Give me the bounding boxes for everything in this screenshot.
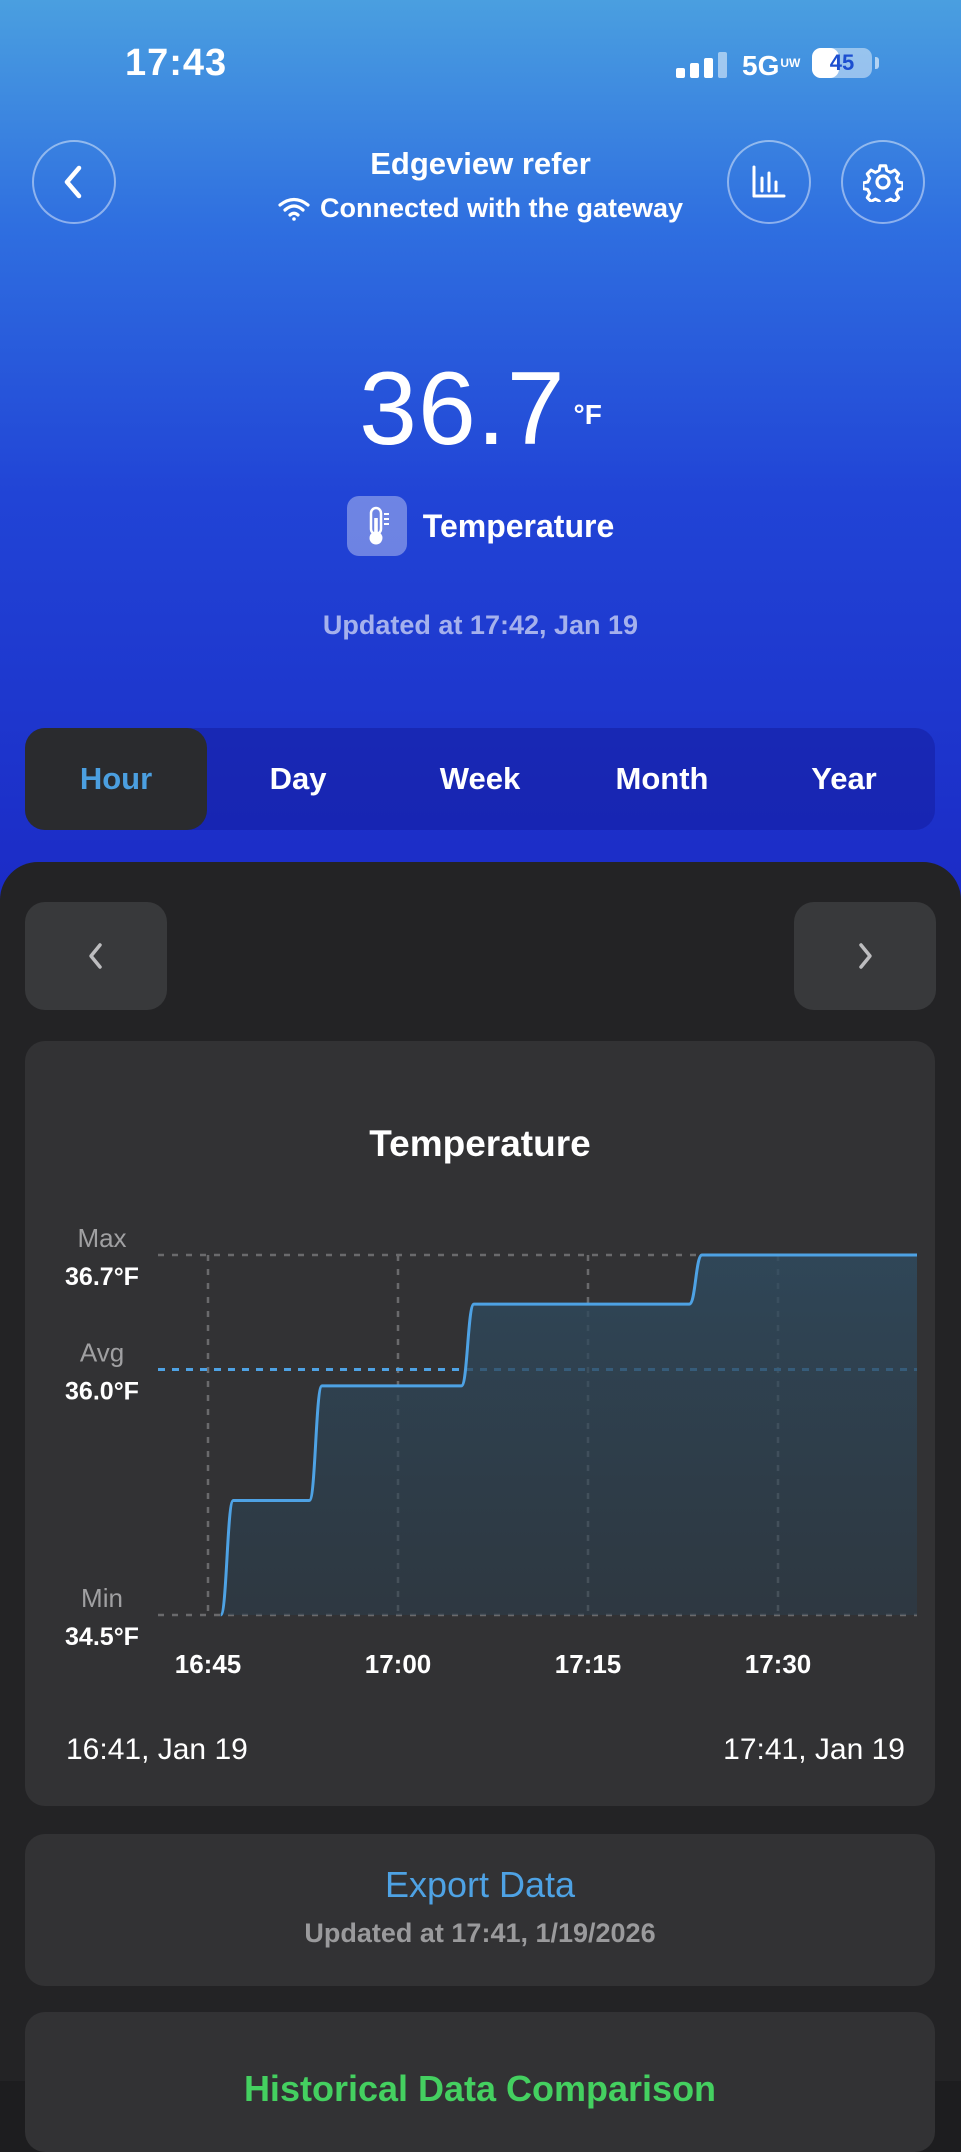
status-time: 17:43 (125, 42, 228, 84)
last-updated: Updated at 17:42, Jan 19 (322, 610, 639, 640)
next-period-button[interactable] (794, 902, 936, 1010)
sensor-label: Temperature (422, 507, 615, 544)
connection-status: Connected with the gateway (0, 193, 961, 224)
historical-comparison-card[interactable]: Historical Data Comparison (25, 2012, 935, 2152)
current-reading: 36.7 °F (0, 350, 961, 469)
export-data-button[interactable]: Export Data (25, 1864, 935, 1906)
range-end: 17:41, Jan 19 (723, 1733, 905, 1766)
chart-button[interactable] (727, 140, 811, 224)
battery-icon: 45 (812, 48, 872, 78)
reading-value: 36.7 (359, 351, 566, 467)
chevron-left-icon (89, 943, 102, 969)
network-label: 5G (742, 50, 780, 81)
previous-period-button[interactable] (25, 902, 167, 1010)
battery-tip (875, 57, 879, 69)
network-suffix: UW (780, 56, 801, 70)
export-data-card[interactable]: Export Data Updated at 17:41, 1/19/2026 (25, 1834, 935, 1986)
chevron-right-icon (859, 943, 872, 969)
battery-level: 45 (829, 50, 855, 75)
thermometer-glyph (369, 506, 389, 545)
time-range-tabs: Hour Day Week Month Year (25, 728, 935, 830)
tab-hour[interactable]: Hour (25, 728, 207, 830)
bar-chart-icon (752, 165, 786, 198)
wifi-icon (278, 197, 310, 221)
historical-comparison-title: Historical Data Comparison (243, 2068, 717, 2109)
signal-strength-icon (676, 52, 727, 78)
network-type: 5GUW (742, 50, 800, 82)
range-start: 16:41, Jan 19 (66, 1733, 248, 1766)
tab-week[interactable]: Week (389, 728, 571, 830)
tab-day[interactable]: Day (207, 728, 389, 830)
tab-year[interactable]: Year (753, 728, 935, 830)
tab-month[interactable]: Month (571, 728, 753, 830)
settings-button[interactable] (841, 140, 925, 224)
chart-card: Temperature (25, 1041, 935, 1806)
reading-unit: °F (573, 399, 602, 430)
connection-status-text: Connected with the gateway (319, 193, 684, 223)
sensor-type: Temperature (0, 496, 961, 556)
thermometer-icon (346, 496, 407, 556)
gear-icon (863, 164, 903, 202)
chart-title: Temperature (369, 1123, 591, 1164)
device-title: Edgeview refer (370, 146, 591, 181)
export-updated: Updated at 17:41, 1/19/2026 (304, 1918, 656, 1948)
